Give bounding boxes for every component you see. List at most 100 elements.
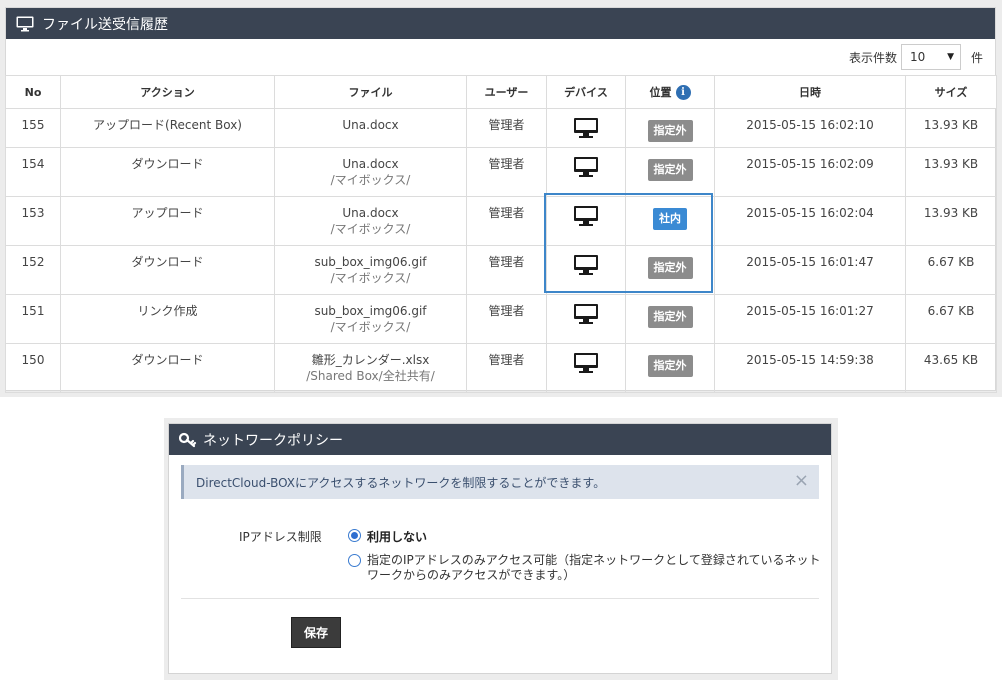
alert-text: DirectCloud-BOXにアクセスするネットワークを制限することができます… [196,475,606,490]
col-datetime[interactable]: 日時 [714,75,906,109]
file-history-title: ファイル送受信履歴 [42,16,168,33]
per-page-select[interactable]: 10 ▼ [900,44,961,70]
cell-location: 社内 [625,196,715,246]
file-history-header: ファイル送受信履歴 [6,8,995,39]
location-badge: 指定外 [647,306,693,328]
file-path[interactable]: /マイボックス/ [276,270,465,286]
cell-action: ダウンロード [60,343,275,393]
file-history-panel: ファイル送受信履歴 表示件数 10 ▼ 件 No アクション ファイル ユーザー [0,0,1002,397]
option-none-label: 利用しない [367,530,428,544]
cell-location: 指定外 [625,147,715,197]
caret-down-icon: ▼ [947,52,954,62]
file-name[interactable]: Una.docx [342,118,398,132]
file-name[interactable]: sub_box_img06.gif [314,255,426,269]
col-location-label: 位置 [649,85,672,99]
info-icon[interactable]: i [675,85,691,101]
cell-device [546,108,626,148]
cell-datetime: 2015-05-15 16:02:09 [714,147,906,197]
cell-no: 151 [5,294,61,344]
cell-datetime: 2015-05-15 16:01:47 [714,245,906,295]
cell-datetime: 2015-05-15 16:02:10 [714,108,906,148]
radio-option-restrict[interactable]: 指定のIPアドレスのみアクセス可能（指定ネットワークとして登録されているネットワ… [348,553,827,583]
cell-device [546,147,626,197]
desktop-monitor-icon [573,303,599,325]
cell-user: 管理者 [466,196,547,246]
file-name[interactable]: Una.docx [342,157,398,171]
cell-user: 管理者 [466,343,547,393]
location-badge: 指定外 [647,159,693,181]
cell-action: ダウンロード [60,245,275,295]
col-size[interactable]: サイズ [905,75,997,109]
cell-size: 6.67 KB [905,294,997,344]
cell-no: 153 [5,196,61,246]
file-name[interactable]: 雛形_カレンダー.xlsx [312,353,430,367]
file-path[interactable]: /Shared Box/全社共有/ [276,368,465,384]
per-page-label: 表示件数 [848,50,897,65]
history-table: No アクション ファイル ユーザー デバイス 位置 i 日時 サイズ 155 アッ… [5,75,997,393]
col-file[interactable]: ファイル [274,75,467,109]
cell-no: 154 [5,147,61,197]
cell-user: 管理者 [466,294,547,344]
cell-no: 150 [5,343,61,393]
option-restrict-label: 指定のIPアドレスのみアクセス可能（指定ネットワークとして登録されているネットワ… [367,553,821,582]
col-action[interactable]: アクション [60,75,275,109]
cell-file: sub_box_img06.gif/マイボックス/ [274,245,467,295]
desktop-monitor-icon [573,117,599,139]
location-badge: 指定外 [647,355,693,377]
cell-action: リンク作成 [60,294,275,344]
radio-selected-dot [351,532,358,539]
desktop-monitor-icon [573,156,599,178]
table-row: 153 アップロード Una.docx/マイボックス/管理者 社内 2015-05-15… [5,196,997,246]
cell-action: アップロード(Recent Box) [60,108,275,148]
cell-file: Una.docx/マイボックス/ [274,147,467,197]
table-row: 152 ダウンロード sub_box_img06.gif/マイボックス/管理者 指定外… [5,245,997,295]
cell-file: Una.docx [274,108,467,148]
radio-none[interactable] [348,529,361,542]
desktop-monitor-icon [573,205,599,227]
cell-location: 指定外 [625,294,715,344]
cell-size: 6.67 KB [905,245,997,295]
network-policy-title: ネットワークポリシー [203,432,343,449]
file-path[interactable]: /マイボックス/ [276,221,465,237]
radio-option-none[interactable]: 利用しない [348,528,427,545]
table-row: 151 リンク作成 sub_box_img06.gif/マイボックス/管理者 指定外 2… [5,294,997,344]
cell-action: ダウンロード [60,147,275,197]
cell-device [546,294,626,344]
file-path[interactable]: /マイボックス/ [276,319,465,335]
key-icon [179,432,197,448]
location-badge: 指定外 [647,120,693,142]
cell-size: 13.93 KB [905,108,997,148]
col-user[interactable]: ユーザー [466,75,547,109]
desktop-monitor-icon [573,352,599,374]
form-divider [181,598,819,599]
cell-location: 指定外 [625,245,715,295]
desktop-monitor-icon [573,254,599,276]
cell-action: アップロード [60,196,275,246]
cell-size: 13.93 KB [905,147,997,197]
info-alert: DirectCloud-BOXにアクセスするネットワークを制限することができます… [181,465,819,499]
cell-datetime: 2015-05-15 16:02:04 [714,196,906,246]
cell-file: sub_box_img06.gif/マイボックス/ [274,294,467,344]
file-path[interactable]: /マイボックス/ [276,172,465,188]
cell-file: 雛形_カレンダー.xlsx/Shared Box/全社共有/ [274,343,467,393]
table-row: 155 アップロード(Recent Box) Una.docx 管理者 指定外 2015-… [5,108,997,148]
col-no[interactable]: No [5,75,61,109]
location-badge: 指定外 [647,257,693,279]
file-name[interactable]: Una.docx [342,206,398,220]
file-name[interactable]: sub_box_img06.gif [314,304,426,318]
cell-size: 13.93 KB [905,196,997,246]
cell-no: 152 [5,245,61,295]
monitor-icon [16,16,36,32]
radio-restrict[interactable] [348,554,361,567]
file-history-card: ファイル送受信履歴 表示件数 10 ▼ 件 No アクション ファイル ユーザー [5,7,997,393]
network-policy-card: ネットワークポリシー DirectCloud-BOXにアクセスするネットワークを… [168,423,832,674]
cell-user: 管理者 [466,108,547,148]
col-location[interactable]: 位置 i [625,75,715,109]
table-header-row: No アクション ファイル ユーザー デバイス 位置 i 日時 サイズ [5,75,997,109]
table-row: 150 ダウンロード 雛形_カレンダー.xlsx/Shared Box/全社共有/管… [5,343,997,393]
col-device[interactable]: デバイス [546,75,626,109]
cell-device [546,343,626,393]
cell-user: 管理者 [466,147,547,197]
save-button[interactable]: 保存 [291,617,341,648]
close-icon[interactable]: × [794,472,809,490]
